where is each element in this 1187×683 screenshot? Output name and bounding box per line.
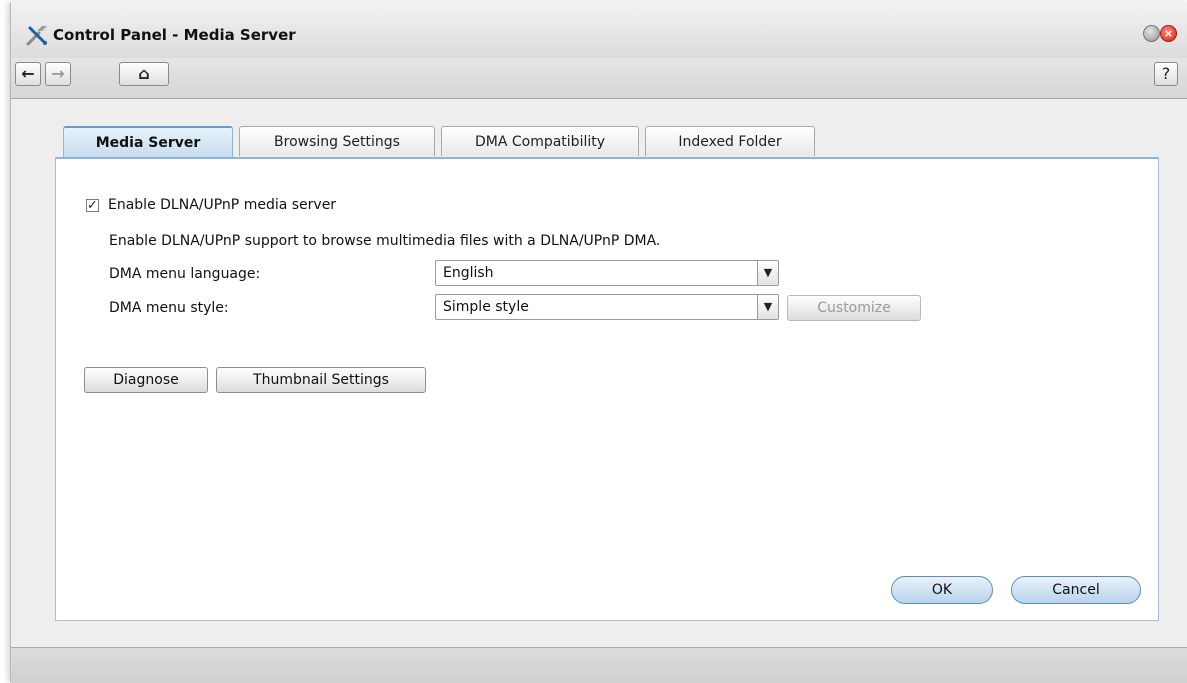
enable-media-server-label: Enable DLNA/UPnP media server bbox=[108, 197, 337, 213]
tab-browsing-settings[interactable]: Browsing Settings bbox=[239, 126, 435, 156]
wrench-screwdriver-icon bbox=[26, 26, 47, 46]
dma-menu-language-value: English bbox=[443, 265, 494, 281]
customize-button[interactable]: Customize bbox=[787, 295, 921, 321]
control-panel-window: Control Panel - Media Server × ← → ⌂ ? M… bbox=[10, 2, 1187, 683]
enable-media-server-checkbox[interactable]: ✓ bbox=[86, 199, 99, 212]
tab-media-server[interactable]: Media Server bbox=[63, 126, 233, 158]
enable-description: Enable DLNA/UPnP support to browse multi… bbox=[109, 233, 661, 249]
arrow-right-icon: → bbox=[51, 64, 65, 83]
chevron-down-icon: ▼ bbox=[757, 261, 778, 285]
ok-button[interactable]: OK bbox=[891, 576, 993, 604]
help-button[interactable]: ? bbox=[1154, 62, 1178, 86]
checkmark-icon: ✓ bbox=[87, 198, 98, 213]
dma-menu-language-label: DMA menu language: bbox=[109, 266, 261, 282]
title-bar: Control Panel - Media Server × bbox=[11, 2, 1187, 58]
tab-dma-compatibility[interactable]: DMA Compatibility bbox=[441, 126, 639, 156]
diagnose-button[interactable]: Diagnose bbox=[84, 367, 208, 393]
back-button[interactable]: ← bbox=[15, 62, 41, 86]
chevron-down-icon: ▼ bbox=[757, 295, 778, 319]
content-area: Media Server Browsing Settings DMA Compa… bbox=[11, 99, 1187, 647]
forward-button[interactable]: → bbox=[45, 62, 71, 86]
dma-menu-style-select[interactable]: Simple style ▼ bbox=[435, 294, 779, 320]
close-icon[interactable]: × bbox=[1160, 25, 1177, 42]
minimize-icon[interactable] bbox=[1143, 25, 1160, 42]
tab-bar: Media Server Browsing Settings DMA Compa… bbox=[63, 126, 815, 158]
dma-menu-style-label: DMA menu style: bbox=[109, 300, 229, 316]
window-title: Control Panel - Media Server bbox=[53, 26, 296, 44]
cancel-button[interactable]: Cancel bbox=[1011, 576, 1141, 604]
thumbnail-settings-button[interactable]: Thumbnail Settings bbox=[216, 367, 426, 393]
status-bar bbox=[11, 647, 1187, 683]
dma-menu-language-select[interactable]: English ▼ bbox=[435, 260, 779, 286]
navigation-toolbar: ← → ⌂ ? bbox=[11, 58, 1187, 99]
home-icon: ⌂ bbox=[138, 64, 150, 83]
dma-menu-style-value: Simple style bbox=[443, 299, 529, 315]
arrow-left-icon: ← bbox=[21, 64, 35, 83]
media-server-panel: ✓ Enable DLNA/UPnP media server Enable D… bbox=[55, 157, 1159, 621]
help-icon: ? bbox=[1161, 64, 1171, 83]
tab-indexed-folder[interactable]: Indexed Folder bbox=[645, 126, 815, 156]
home-button[interactable]: ⌂ bbox=[119, 62, 169, 86]
